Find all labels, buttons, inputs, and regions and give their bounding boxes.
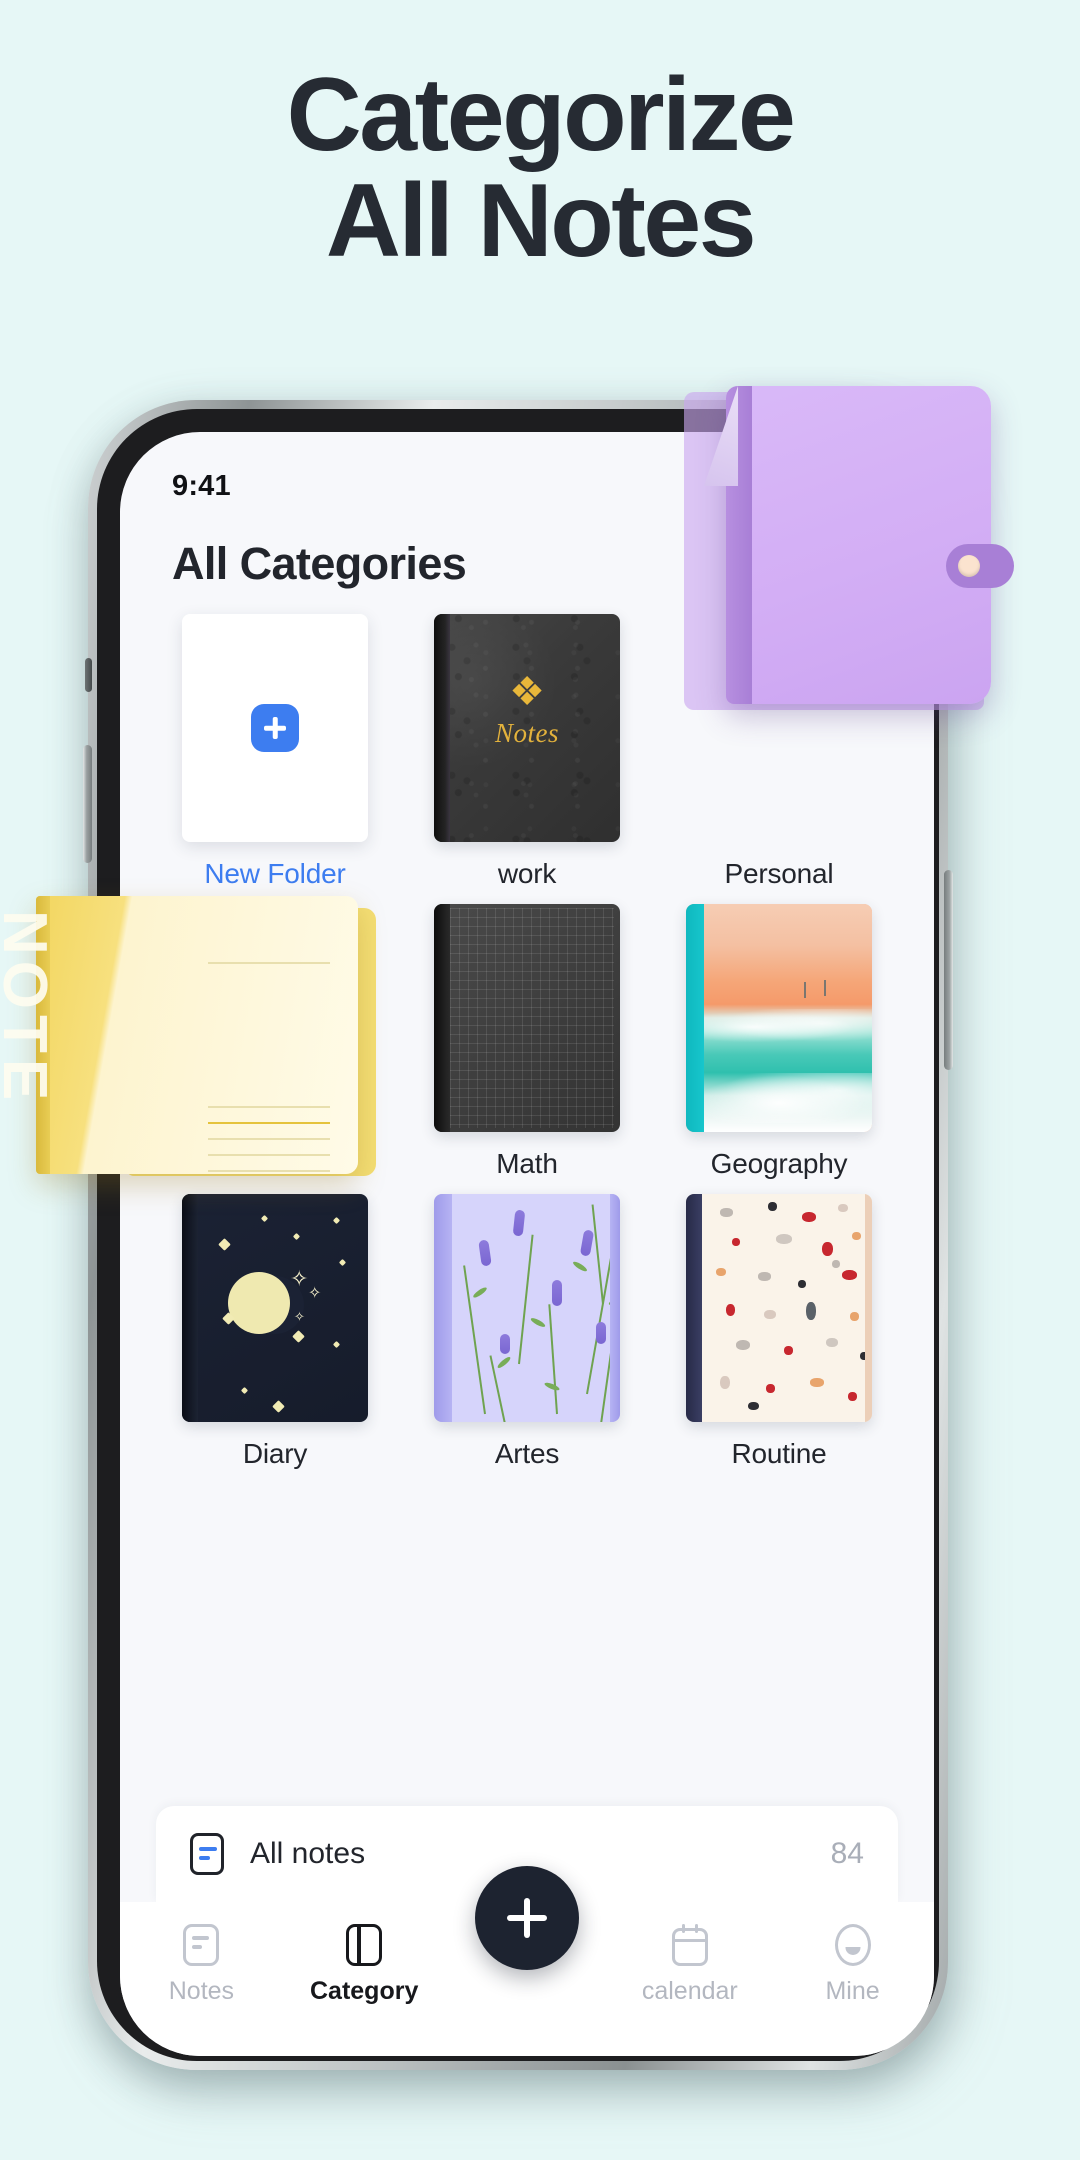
power-button[interactable] — [944, 870, 953, 1070]
artes-cover[interactable] — [434, 1194, 620, 1422]
sparkle-icon: ✧ — [308, 1285, 322, 1302]
calendar-icon — [671, 1924, 708, 1966]
page-title: All Categories — [172, 538, 467, 589]
status-bar-clock: 9:41 — [172, 469, 231, 502]
notes-wordmark: Notes — [494, 718, 559, 748]
notebook-front-cover — [726, 386, 991, 704]
book-spine — [686, 1194, 702, 1422]
category-label: Geography — [710, 1148, 848, 1179]
all-notes-count: 84 — [830, 1837, 864, 1870]
star-icon — [332, 1340, 341, 1349]
volume-up-button[interactable] — [83, 745, 92, 863]
school-notebook-hero[interactable]: NOTE — [0, 888, 380, 1178]
sparkle-icon: ✧ — [290, 1266, 309, 1291]
category-card-work[interactable]: ❖ Notes work — [408, 614, 646, 890]
category-label: Personal — [724, 858, 834, 889]
terrazzo-pattern — [702, 1194, 865, 1422]
notebook-strap — [946, 544, 1014, 588]
add-note-fab[interactable] — [474, 1866, 579, 1970]
category-icon — [346, 1924, 383, 1966]
category-label: work — [497, 858, 557, 889]
lavender-pattern — [452, 1194, 610, 1422]
star-icon — [292, 1330, 305, 1343]
routine-cover[interactable] — [686, 1194, 872, 1422]
note-list-icon — [190, 1833, 224, 1875]
cover-rule-lines — [208, 1106, 330, 1186]
tab-label: Mine — [825, 1977, 880, 2005]
wave-foam — [704, 1008, 872, 1046]
star-icon — [332, 1216, 341, 1225]
sparkle-icon: ✧ — [294, 1309, 305, 1324]
book-edge — [865, 1194, 872, 1422]
category-label: Artes — [494, 1438, 560, 1469]
headline-line-2: All Notes — [325, 163, 757, 280]
crescent-moon-icon — [228, 1272, 290, 1334]
category-card-diary[interactable]: ✧ ✧ ✧ Diary — [156, 1194, 394, 1470]
promo-headline: Categorize All Notes — [0, 62, 1080, 274]
category-card-math[interactable]: Math — [408, 904, 646, 1180]
star-icon — [240, 1386, 249, 1395]
new-folder-cover[interactable] — [182, 614, 368, 842]
tab-mine[interactable]: Mine — [771, 1924, 934, 2006]
surfer-figure — [824, 980, 826, 996]
tab-label: Category — [310, 1977, 419, 2005]
category-card-routine[interactable]: Routine — [660, 1194, 898, 1470]
profile-icon — [834, 1924, 871, 1966]
category-card-geography[interactable]: Geography — [660, 904, 898, 1180]
star-icon — [260, 1214, 269, 1223]
tab-category[interactable]: Category — [283, 1924, 446, 2006]
book-spine — [182, 1194, 198, 1422]
tab-label: Notes — [168, 1977, 235, 2005]
tab-calendar[interactable]: calendar — [608, 1924, 771, 2006]
book-spine — [686, 904, 704, 1132]
star-icon — [338, 1258, 347, 1267]
star-icon — [218, 1238, 231, 1251]
book-edge — [610, 1194, 620, 1422]
notebook-stud — [958, 555, 980, 577]
surfer-figure — [804, 982, 806, 998]
mute-switch[interactable] — [85, 658, 92, 692]
graph-grid-texture — [450, 908, 614, 1128]
category-card-artes[interactable]: Artes — [408, 1194, 646, 1470]
bottom-tab-bar: Notes Category calendar Mine — [120, 1866, 934, 2056]
note-cover-wordmark: NOTE — [0, 910, 59, 1107]
star-icon — [272, 1400, 285, 1413]
wave-foam — [704, 1072, 872, 1123]
book-spine — [434, 904, 450, 1132]
math-cover[interactable] — [434, 904, 620, 1132]
star-icon — [292, 1232, 301, 1241]
tab-notes[interactable]: Notes — [120, 1924, 283, 2006]
all-notes-label: All notes — [250, 1837, 366, 1870]
category-label: Math — [496, 1148, 558, 1179]
cover-rule-lines — [208, 962, 330, 964]
work-cover[interactable]: ❖ Notes — [434, 614, 620, 842]
category-card-new-folder[interactable]: New Folder — [156, 614, 394, 890]
category-label: Routine — [731, 1438, 827, 1469]
geography-cover[interactable] — [686, 904, 872, 1132]
category-label: New Folder — [204, 858, 346, 889]
feather-quill-icon: ❖ — [509, 670, 545, 714]
diary-cover[interactable]: ✧ ✧ ✧ — [182, 1194, 368, 1422]
tab-label: calendar — [641, 1977, 738, 2005]
plus-icon — [251, 704, 299, 752]
category-label: Diary — [242, 1438, 308, 1469]
personal-notebook-hero[interactable] — [684, 378, 1014, 713]
notes-icon — [183, 1924, 220, 1966]
book-spine — [434, 1194, 452, 1422]
headline-line-1: Categorize — [286, 57, 796, 173]
